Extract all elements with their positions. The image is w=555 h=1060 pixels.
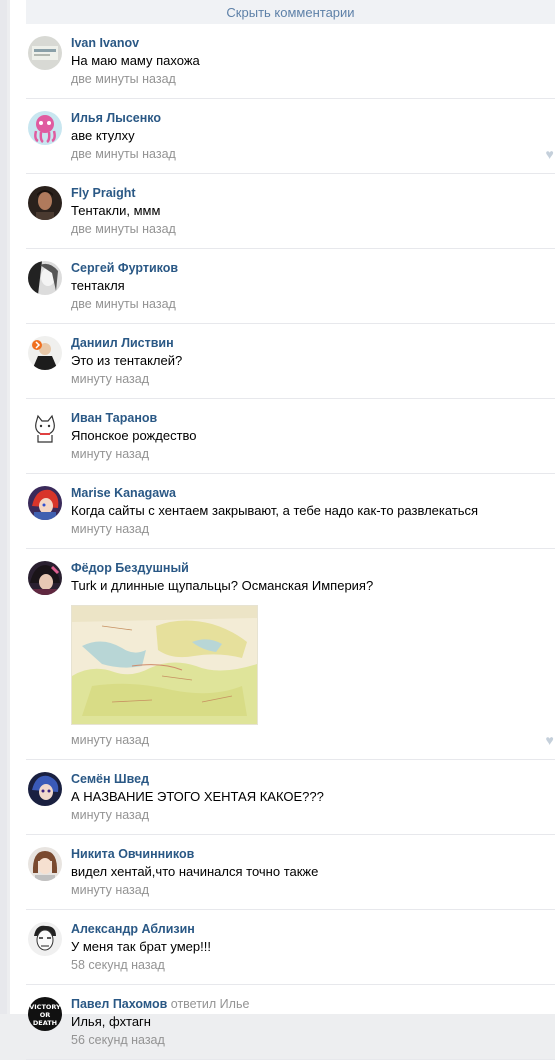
comment-author[interactable]: Fly Praight [71,185,555,202]
comment-item: Александр Аблизин У меня так брат умер!!… [26,910,555,985]
avatar[interactable] [28,922,62,956]
comment-item: Даниил Листвин Это из тентаклей? минуту … [26,324,555,399]
avatar[interactable] [28,411,62,445]
avatar[interactable] [28,847,62,881]
comment-author[interactable]: Даниил Листвин [71,335,555,352]
comment-item: Иван Таранов Японское рождество минуту н… [26,399,555,474]
comment-author[interactable]: Marise Kanagawa [71,485,555,502]
comment-text: Японское рождество [71,428,197,443]
comment-author[interactable]: Фёдор Бездушный [71,560,555,577]
comment-item: Ivan Ivanov На маю маму пахожа две минут… [26,24,555,99]
hide-comments-button[interactable]: Скрыть комментарии [26,0,555,24]
comment-item: VICTORY OR DEATH Павел Пахомов ответил И… [26,985,555,1060]
avatar[interactable] [28,111,62,145]
avatar[interactable] [28,36,62,70]
comment-author[interactable]: Семён Швед [71,771,555,788]
comment-date[interactable]: минуту назад [71,881,555,899]
left-scroll-gutter [0,0,7,1014]
heart-icon: ♥ [545,145,554,162]
comment-date[interactable]: 56 секунд назад [71,1031,555,1049]
avatar[interactable] [28,336,62,370]
comment-text: А НАЗВАНИЕ ЭТОГО ХЕНТАЯ КАКОЕ??? [71,789,324,804]
avatar[interactable] [28,186,62,220]
like-button[interactable]: ♥ 1 [545,146,555,161]
comment-date[interactable]: 58 секунд назад [71,956,555,974]
comment-author[interactable]: Илья Лысенко [71,110,555,127]
comment-author[interactable]: Ivan Ivanov [71,35,555,52]
comment-text: Тентакли, ммм [71,203,161,218]
avatar[interactable] [28,486,62,520]
comment-list: Ivan Ivanov На маю маму пахожа две минут… [10,24,555,1060]
comment-date[interactable]: две минуты назад [71,70,555,88]
comment-text: Это из тентаклей? [71,353,183,368]
avatar-text: VICTORY [29,1003,61,1011]
avatar-text: OR [40,1011,51,1019]
author-link[interactable]: Павел Пахомов [71,997,167,1011]
comment-text: аве ктулху [71,128,135,143]
comment-date[interactable]: две минуты назад [71,145,555,163]
avatar[interactable] [28,561,62,595]
comment-item: Семён Швед А НАЗВАНИЕ ЭТОГО ХЕНТАЯ КАКОЕ… [26,760,555,835]
comment-author: Павел Пахомов ответил Илье [71,996,555,1013]
comment-date[interactable]: две минуты назад [71,220,555,238]
comment-date[interactable]: минуту назад [71,731,555,749]
heart-icon: ♥ [545,731,554,748]
comment-text: Илья, фхтагн [71,1014,151,1029]
comment-date[interactable]: две минуты назад [71,295,555,313]
comment-text: Когда сайты с хентаем закрывают, а тебе … [71,503,479,518]
comment-text: У меня так брат умер!!! [71,939,211,954]
comment-item: Никита Овчинников видел хентай,что начин… [26,835,555,910]
comment-text: тентакля [71,278,125,293]
comment-item: Сергей Фуртиков тентакля две минуты наза… [26,249,555,324]
comment-item: Фёдор Бездушный Turk и длинные щупальцы?… [26,549,555,760]
comment-author[interactable]: Иван Таранов [71,410,555,427]
comment-author[interactable]: Сергей Фуртиков [71,260,555,277]
comment-text: Turk и длинные щупальцы? Османская Импер… [71,578,374,593]
comment-text: видел хентай,что начинался точно также [71,864,319,879]
avatar[interactable] [28,772,62,806]
comment-date[interactable]: минуту назад [71,806,555,824]
comment-author[interactable]: Александр Аблизин [71,921,555,938]
comment-text: На маю маму пахожа [71,53,200,68]
comment-item: Fly Praight Тентакли, ммм две минуты наз… [26,174,555,249]
avatar[interactable] [28,261,62,295]
comment-date[interactable]: минуту назад [71,520,555,538]
comment-date[interactable]: минуту назад [71,370,555,388]
avatar[interactable]: VICTORY OR DEATH [28,997,62,1031]
comment-item: Илья Лысенко аве ктулху две минуты назад… [26,99,555,174]
comment-item: Marise Kanagawa Когда сайты с хентаем за… [26,474,555,549]
map-image[interactable] [71,605,258,725]
avatar-text: DEATH [33,1019,57,1027]
comment-date[interactable]: минуту назад [71,445,555,463]
reply-to[interactable]: ответил Илье [171,997,250,1011]
like-button[interactable]: ♥ 1 [545,732,555,747]
comments-panel: Скрыть комментарии Ivan Ivanov На маю ма… [10,0,555,1060]
comment-author[interactable]: Никита Овчинников [71,846,555,863]
